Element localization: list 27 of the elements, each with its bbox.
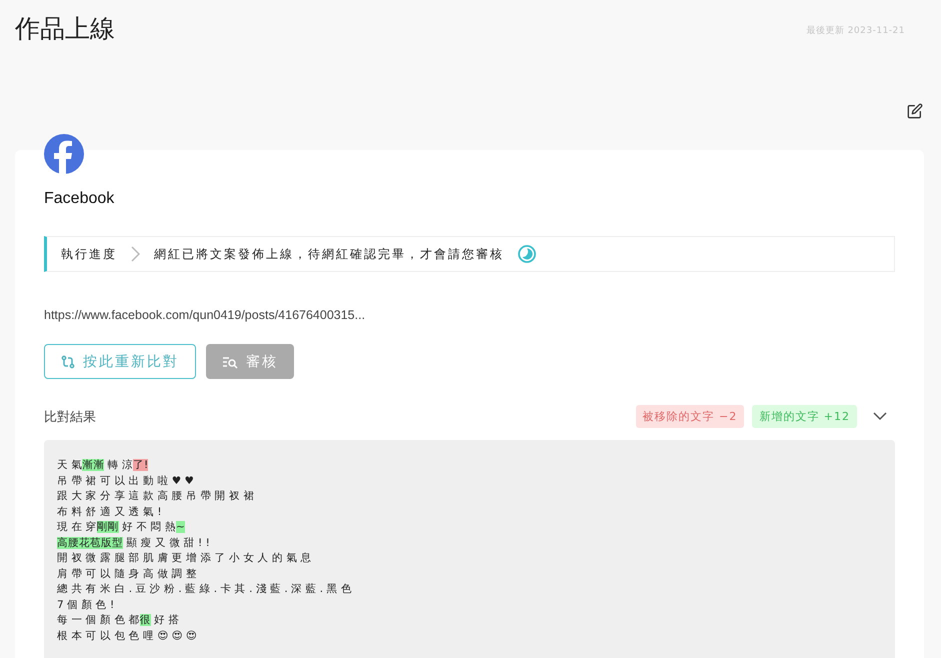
search-list-icon: [222, 354, 238, 368]
compare-icon: [61, 354, 75, 368]
recompare-button[interactable]: 按此重新比對: [44, 344, 196, 379]
diff-line: 每 一 個 顏 色 都很 好 搭: [57, 613, 180, 628]
diff-line: 高腰花苞版型 顯 瘦 又 微 甜 ! !: [57, 536, 211, 550]
progress-message: 網紅已將文案發佈上線，待網紅確認完畢，才會請您審核: [154, 246, 504, 262]
diff-line: 總 共 有 米 白 . 豆 沙 粉 . 藍 綠 . 卡 其 . 淺 藍 . 深 藍 . 黑 色: [57, 582, 353, 597]
review-button[interactable]: 審核: [206, 344, 294, 379]
clock-progress-icon: [518, 245, 536, 263]
edit-icon[interactable]: [907, 103, 923, 119]
diff-line: 天 氣漸漸 轉 涼了!: [57, 458, 150, 473]
progress-label: 執行進度: [61, 246, 117, 262]
diff-line: 7 個 顏 色 !: [57, 598, 116, 612]
diff-line: 布 料 舒 適 又 透 氣 !: [57, 504, 163, 520]
page-title: 作品上線: [15, 13, 115, 45]
comparison-title: 比對結果: [44, 408, 97, 426]
post-url: https://www.facebook.com/qun0419/posts/41676400315...: [44, 308, 366, 322]
diff-line: 肩 帶 可 以 隨 身 高 做 調 整: [57, 566, 198, 582]
diff-line: 吊 帶 裙 可 以 出 動 啦 ♥ ♥: [57, 474, 195, 488]
chevron-right-icon: [131, 246, 140, 262]
diff-line: 開 衩 微 露 腿 部 肌 膚 更 增 添 了 小 女 人 的 氣 息: [57, 551, 313, 566]
diff-line: 現 在 穿剛剛 好 不 悶 熱~: [57, 520, 186, 535]
diff-line: 根 本 可 以 包 色 哩 😍 😍 😍: [57, 628, 198, 644]
removed-count-badge: 被移除的文字 −2: [636, 405, 744, 428]
platform-name: Facebook: [44, 190, 116, 208]
added-count-badge: 新增的文字 +12: [752, 405, 857, 428]
diff-line: 跟 大 家 分 享 這 款 高 腰 吊 帶 開 衩 裙: [57, 489, 256, 504]
